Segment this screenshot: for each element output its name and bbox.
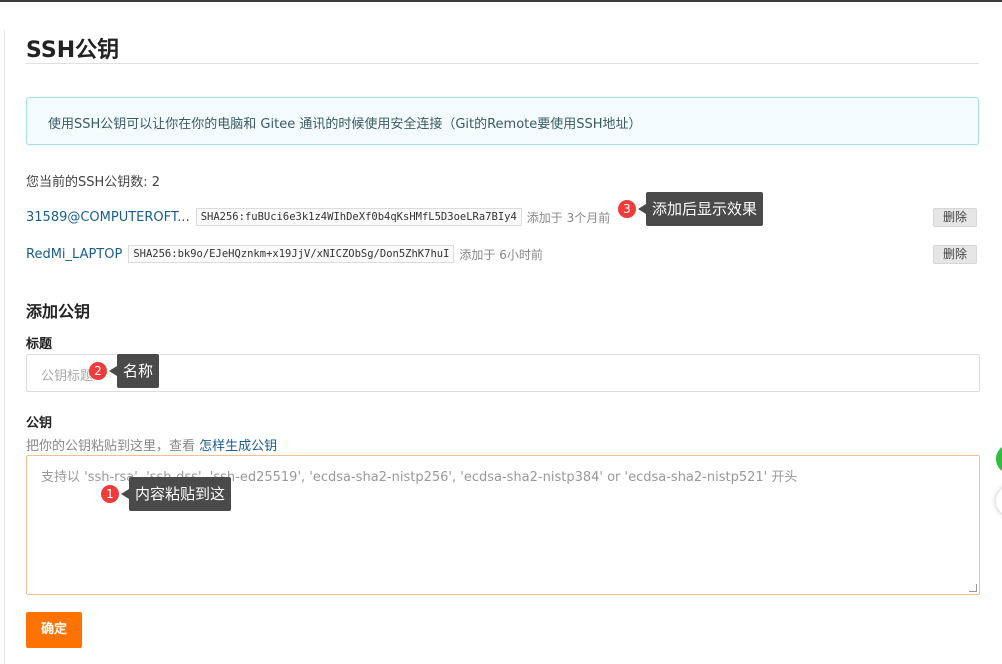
key-row: 31589@COMPUTEROFT... SHA256:fuBUci6e3k1z… bbox=[26, 207, 610, 227]
title-placeholder: 公钥标题 bbox=[41, 369, 94, 384]
title-divider bbox=[26, 63, 979, 64]
key-label: 公钥 bbox=[26, 416, 53, 431]
top-border bbox=[0, 0, 1002, 2]
resize-grip-icon[interactable] bbox=[969, 584, 977, 592]
key-added-time: 添加于 6小时前 bbox=[459, 247, 543, 262]
info-notice-text: 使用SSH公钥可以让你在你的电脑和 Gitee 通讯的时候使用安全连接（Git的… bbox=[48, 117, 642, 132]
page-title: SSH公钥 bbox=[26, 38, 120, 63]
title-label: 标题 bbox=[26, 337, 53, 352]
key-row: RedMi_LAPTOP SHA256:bk9o/EJeHQznkm+x19Jj… bbox=[26, 244, 543, 264]
annotation-badge-3: 3 bbox=[618, 200, 636, 218]
key-hint: 把你的公钥粘贴到这里，查看 怎样生成公钥 bbox=[26, 435, 277, 454]
key-textarea[interactable]: 支持以 'ssh-rsa', 'ssh-dss', 'ssh-ed25519',… bbox=[26, 455, 980, 595]
delete-key-button[interactable]: 删除 bbox=[933, 245, 977, 264]
title-input[interactable]: 公钥标题 bbox=[26, 354, 980, 392]
key-name[interactable]: 31589@COMPUTEROFT... bbox=[26, 210, 190, 225]
key-fingerprint: SHA256:fuBUci6e3k1z4WIhDeXf0b4qKsHMfL5D3… bbox=[195, 208, 522, 226]
delete-key-button[interactable]: 删除 bbox=[933, 208, 977, 227]
floating-help-icon[interactable] bbox=[996, 444, 1002, 474]
annotation-tip-2: 名称 bbox=[108, 354, 160, 388]
key-hint-text: 把你的公钥粘贴到这里，查看 bbox=[26, 439, 196, 454]
key-added-time: 添加于 3个月前 bbox=[526, 210, 611, 225]
how-to-generate-link[interactable]: 怎样生成公钥 bbox=[199, 439, 277, 454]
key-fingerprint: SHA256:bk9o/EJeHQznkm+x19JjV/xNICZObSg/D… bbox=[128, 245, 455, 263]
annotation-badge-1: 1 bbox=[101, 485, 119, 503]
annotation-badge-2: 2 bbox=[89, 362, 107, 380]
left-sidebar-edge bbox=[0, 30, 5, 664]
info-notice: 使用SSH公钥可以让你在你的电脑和 Gitee 通讯的时候使用安全连接（Git的… bbox=[26, 97, 979, 145]
annotation-tip-3: 添加后显示效果 bbox=[637, 192, 764, 226]
floating-widget-icon[interactable] bbox=[996, 486, 1002, 516]
key-name[interactable]: RedMi_LAPTOP bbox=[26, 247, 122, 262]
add-key-heading: 添加公钥 bbox=[26, 302, 91, 321]
confirm-button[interactable]: 确定 bbox=[26, 612, 82, 648]
annotation-tip-1: 内容粘贴到这 bbox=[120, 477, 232, 511]
key-count: 您当前的SSH公钥数: 2 bbox=[26, 175, 161, 190]
